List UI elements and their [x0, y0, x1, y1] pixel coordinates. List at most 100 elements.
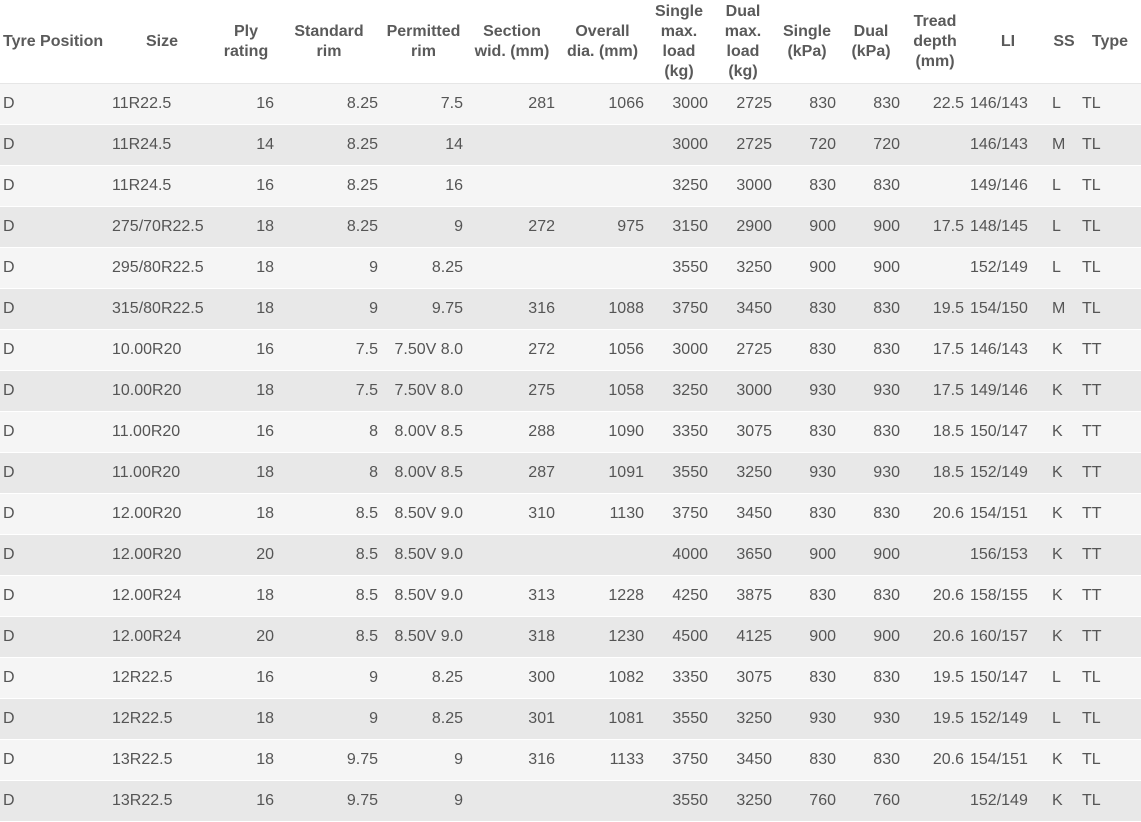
header-section-width[interactable]: Section wid. (mm)	[466, 0, 558, 84]
cell-tread-depth: 17.5	[903, 329, 967, 371]
cell-standard-rim: 9.75	[277, 780, 381, 822]
header-permitted-rim[interactable]: Permitted rim	[381, 0, 466, 84]
cell-ply-rating: 16	[215, 83, 277, 125]
cell-type: TT	[1079, 616, 1141, 658]
cell-tyre-position: D	[0, 124, 109, 166]
cell-type: TT	[1079, 452, 1141, 494]
header-tyre-position[interactable]: Tyre Position	[0, 0, 109, 84]
cell-single-kpa: 930	[775, 698, 839, 740]
cell-tyre-position: D	[0, 698, 109, 740]
cell-standard-rim: 8	[277, 411, 381, 453]
cell-ss: M	[1049, 124, 1079, 166]
cell-dual-max-load: 3450	[711, 739, 775, 781]
cell-tyre-position: D	[0, 165, 109, 207]
cell-single-kpa: 760	[775, 780, 839, 822]
header-ss[interactable]: SS	[1049, 0, 1079, 84]
table-row: D 13R22.5 16 9.75 9 3550 3250 760 760 152/149 K TL	[0, 780, 1141, 822]
table-row: D 10.00R20 16 7.5 7.50V 8.0 272 1056 3000 2725 83…	[0, 329, 1141, 371]
cell-tread-depth	[903, 124, 967, 166]
header-single-max-load[interactable]: Single max. load (kg)	[647, 0, 711, 84]
cell-tyre-position: D	[0, 493, 109, 535]
cell-dual-max-load: 3075	[711, 411, 775, 453]
cell-overall-diameter: 1088	[558, 288, 647, 330]
cell-dual-kpa: 830	[839, 739, 903, 781]
cell-li: 152/149	[967, 780, 1049, 822]
header-size[interactable]: Size	[109, 0, 215, 84]
cell-standard-rim: 9	[277, 247, 381, 289]
header-overall-diameter[interactable]: Overall dia. (mm)	[558, 0, 647, 84]
cell-tyre-position: D	[0, 616, 109, 658]
cell-li: 146/143	[967, 329, 1049, 371]
cell-section-width: 316	[466, 739, 558, 781]
cell-dual-kpa: 830	[839, 165, 903, 207]
cell-overall-diameter: 1228	[558, 575, 647, 617]
cell-size: 13R22.5	[109, 739, 215, 781]
header-dual-max-load[interactable]: Dual max. load (kg)	[711, 0, 775, 84]
cell-standard-rim: 8.25	[277, 124, 381, 166]
cell-section-width: 316	[466, 288, 558, 330]
cell-ply-rating: 18	[215, 247, 277, 289]
header-dual-kpa[interactable]: Dual (kPa)	[839, 0, 903, 84]
cell-size: 10.00R20	[109, 329, 215, 371]
cell-tyre-position: D	[0, 739, 109, 781]
cell-standard-rim: 9	[277, 288, 381, 330]
cell-ss: K	[1049, 780, 1079, 822]
cell-li: 152/149	[967, 698, 1049, 740]
cell-standard-rim: 8.5	[277, 493, 381, 535]
cell-section-width	[466, 124, 558, 166]
cell-tyre-position: D	[0, 83, 109, 125]
cell-tread-depth: 17.5	[903, 206, 967, 248]
cell-dual-kpa: 830	[839, 83, 903, 125]
cell-single-kpa: 830	[775, 739, 839, 781]
cell-section-width	[466, 247, 558, 289]
table-row: D 13R22.5 18 9.75 9 316 1133 3750 3450 830 830 20.6…	[0, 739, 1141, 781]
cell-dual-max-load: 3250	[711, 247, 775, 289]
cell-li: 149/146	[967, 370, 1049, 412]
table-row: D 275/70R22.5 18 8.25 9 272 975 3150 2900 900 900 1…	[0, 206, 1141, 248]
cell-dual-max-load: 3875	[711, 575, 775, 617]
cell-ply-rating: 18	[215, 739, 277, 781]
cell-single-kpa: 900	[775, 206, 839, 248]
cell-dual-max-load: 2725	[711, 329, 775, 371]
header-standard-rim[interactable]: Standard rim	[277, 0, 381, 84]
cell-section-width: 313	[466, 575, 558, 617]
cell-section-width: 272	[466, 329, 558, 371]
cell-tread-depth: 20.6	[903, 575, 967, 617]
cell-ss: L	[1049, 165, 1079, 207]
cell-dual-kpa: 830	[839, 493, 903, 535]
cell-standard-rim: 8.5	[277, 616, 381, 658]
cell-single-kpa: 830	[775, 411, 839, 453]
table-row: D 12.00R24 20 8.5 8.50V 9.0 318 1230 4500 4125 90…	[0, 616, 1141, 658]
cell-tread-depth: 18.5	[903, 452, 967, 494]
cell-dual-kpa: 830	[839, 411, 903, 453]
cell-ss: L	[1049, 698, 1079, 740]
table-row: D 12.00R20 18 8.5 8.50V 9.0 310 1130 3750 3450 83…	[0, 493, 1141, 535]
cell-tread-depth: 19.5	[903, 657, 967, 699]
cell-size: 12R22.5	[109, 698, 215, 740]
header-li[interactable]: LI	[967, 0, 1049, 84]
cell-size: 11R22.5	[109, 83, 215, 125]
cell-ply-rating: 18	[215, 206, 277, 248]
header-tread-depth[interactable]: Tread depth (mm)	[903, 0, 967, 84]
cell-overall-diameter: 1230	[558, 616, 647, 658]
cell-section-width	[466, 534, 558, 576]
cell-tread-depth: 20.6	[903, 739, 967, 781]
cell-tyre-position: D	[0, 206, 109, 248]
cell-standard-rim: 8.5	[277, 575, 381, 617]
cell-dual-max-load: 2900	[711, 206, 775, 248]
cell-li: 149/146	[967, 165, 1049, 207]
cell-tyre-position: D	[0, 288, 109, 330]
header-single-kpa[interactable]: Single (kPa)	[775, 0, 839, 84]
cell-single-max-load: 3000	[647, 329, 711, 371]
cell-tyre-position: D	[0, 657, 109, 699]
cell-type: TT	[1079, 575, 1141, 617]
cell-li: 150/147	[967, 657, 1049, 699]
cell-li: 156/153	[967, 534, 1049, 576]
cell-ss: K	[1049, 534, 1079, 576]
cell-section-width: 275	[466, 370, 558, 412]
header-type[interactable]: Type	[1079, 0, 1141, 84]
cell-li: 154/150	[967, 288, 1049, 330]
header-ply-rating[interactable]: Ply rating	[215, 0, 277, 84]
cell-dual-max-load: 2725	[711, 124, 775, 166]
cell-single-kpa: 930	[775, 452, 839, 494]
